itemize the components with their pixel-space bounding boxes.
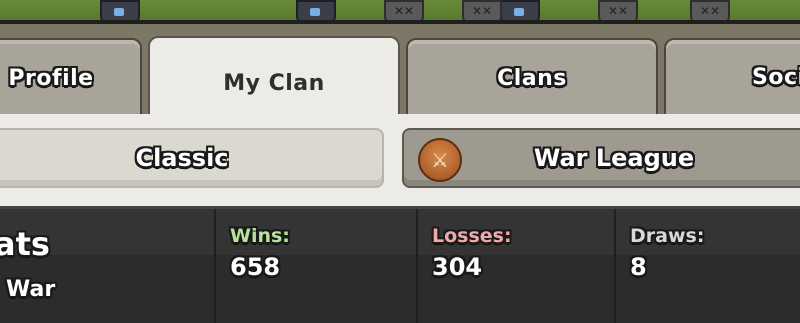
war-log-subtabs: Classic ⚔ War League [0, 114, 800, 206]
clan-name: ats [0, 225, 50, 263]
tab-clans[interactable]: Clans [406, 38, 658, 116]
tab-label: Profile [8, 65, 94, 91]
draws-label: Draws: [630, 225, 705, 247]
war-stats-panel: ats War Wins: 658 Losses: 304 Draws: 8 [0, 206, 800, 323]
wins-cell: Wins: 658 [214, 209, 418, 323]
losses-value: 304 [432, 253, 483, 281]
draws-cell: Draws: 8 [614, 209, 800, 323]
draws-value: 8 [630, 253, 647, 281]
clan-name-cell: ats War [0, 209, 214, 323]
tab-profile[interactable]: Profile [0, 38, 142, 116]
losses-label: Losses: [432, 225, 512, 247]
clan-tab-bar: Profile My Clan Clans Soci [0, 20, 800, 128]
classic-war-button[interactable]: Classic [0, 128, 384, 188]
tab-social[interactable]: Soci [664, 38, 800, 114]
clan-subtitle: War [6, 277, 56, 302]
losses-cell: Losses: 304 [416, 209, 616, 323]
tab-label: My Clan [223, 70, 325, 96]
wins-label: Wins: [230, 225, 290, 247]
tab-label: Clans [497, 65, 567, 91]
classic-label: Classic [135, 144, 229, 172]
crossed-swords-icon: ⚔ [418, 138, 462, 182]
war-league-button[interactable]: ⚔ War League [402, 128, 800, 188]
war-league-label: War League [533, 144, 695, 172]
tab-label: Soci [752, 64, 800, 90]
wins-value: 658 [230, 253, 281, 281]
